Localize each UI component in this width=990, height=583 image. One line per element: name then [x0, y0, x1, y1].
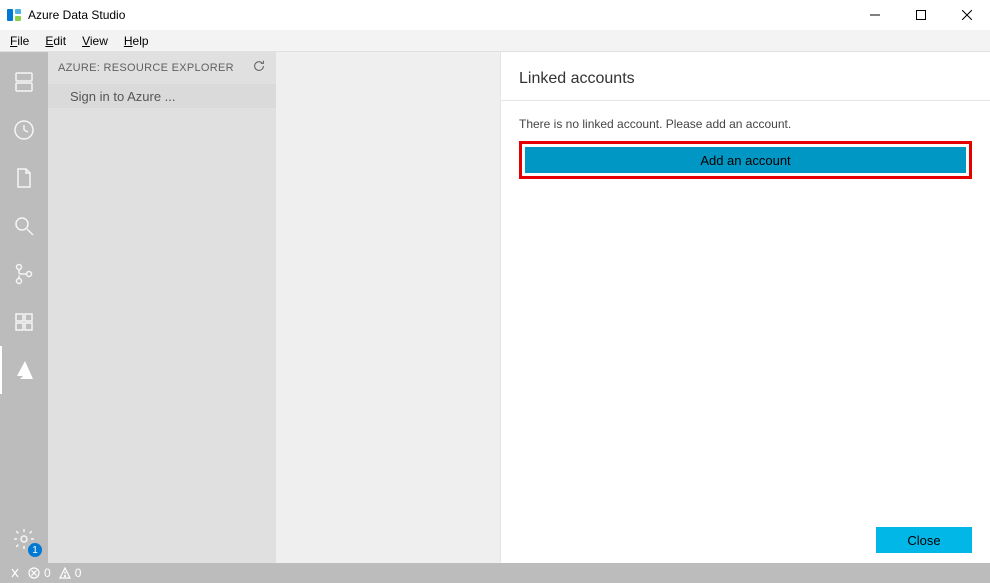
panel-footer: Close — [501, 517, 990, 563]
close-panel-button[interactable]: Close — [876, 527, 972, 553]
status-remote[interactable] — [8, 567, 20, 579]
maximize-button[interactable] — [898, 0, 944, 30]
activity-bar: 1 — [0, 52, 48, 563]
sidebar-title: AZURE: RESOURCE EXPLORER — [58, 62, 234, 74]
menu-help[interactable]: Help — [116, 32, 157, 50]
editor-area — [276, 52, 500, 563]
minimize-button[interactable] — [852, 0, 898, 30]
activity-settings[interactable]: 1 — [0, 515, 48, 563]
panel-title: Linked accounts — [501, 52, 990, 100]
main-area: 1 AZURE: RESOURCE EXPLORER Sign in to Az… — [0, 52, 990, 563]
status-warnings[interactable]: 0 — [59, 566, 82, 580]
sign-in-label: Sign in to Azure ... — [70, 89, 176, 104]
menu-file[interactable]: File — [2, 32, 37, 50]
status-errors[interactable]: 0 — [28, 566, 51, 580]
app-title: Azure Data Studio — [28, 8, 125, 22]
sign-in-azure-row[interactable]: Sign in to Azure ... — [48, 84, 276, 108]
activity-explorer[interactable] — [0, 154, 48, 202]
refresh-icon[interactable] — [252, 59, 266, 78]
sidebar: AZURE: RESOURCE EXPLORER Sign in to Azur… — [48, 52, 276, 563]
app-icon — [6, 7, 22, 23]
activity-azure[interactable] — [0, 346, 48, 394]
linked-accounts-panel: Linked accounts There is no linked accou… — [500, 52, 990, 563]
activity-search[interactable] — [0, 202, 48, 250]
add-account-button[interactable]: Add an account — [525, 147, 966, 173]
activity-tasks[interactable] — [0, 106, 48, 154]
menu-edit[interactable]: Edit — [37, 32, 74, 50]
sidebar-header: AZURE: RESOURCE EXPLORER — [48, 52, 276, 84]
add-account-highlight: Add an account — [519, 141, 972, 179]
activity-extensions[interactable] — [0, 298, 48, 346]
errors-count: 0 — [44, 566, 51, 580]
menubar: File Edit View Help — [0, 30, 990, 52]
settings-badge: 1 — [28, 543, 42, 557]
titlebar: Azure Data Studio — [0, 0, 990, 30]
no-linked-account-message: There is no linked account. Please add a… — [519, 117, 972, 131]
close-window-button[interactable] — [944, 0, 990, 30]
menu-view[interactable]: View — [74, 32, 116, 50]
warnings-count: 0 — [75, 566, 82, 580]
window-controls — [852, 0, 990, 30]
status-bar: 0 0 — [0, 563, 990, 583]
activity-source-control[interactable] — [0, 250, 48, 298]
activity-servers[interactable] — [0, 58, 48, 106]
